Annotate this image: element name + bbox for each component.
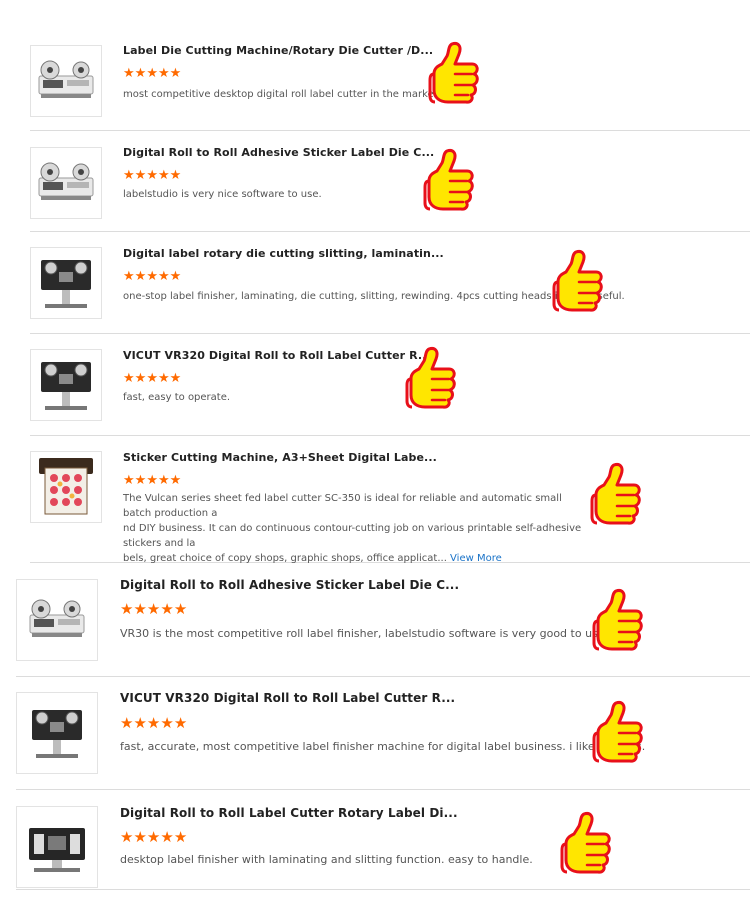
review-item: Digital Roll to Roll Adhesive Sticker La…	[30, 131, 750, 232]
product-title[interactable]: VICUT VR320 Digital Roll to Roll Label C…	[120, 691, 455, 705]
star-icon: ★	[134, 472, 147, 487]
star-icon: ★	[146, 370, 158, 385]
review-item: VICUT VR320 Digital Roll to Roll Label C…	[16, 677, 750, 790]
thumbs-up-icon	[552, 248, 604, 317]
star-icon: ★	[134, 268, 147, 283]
review-text: fast, accurate, most competitive label f…	[120, 740, 646, 753]
star-rating: ★ ★ ★ ★ ★	[123, 269, 181, 282]
thumbs-up-icon	[592, 699, 644, 768]
star-rating: ★ ★ ★ ★ ★	[123, 473, 181, 486]
star-icon: ★	[133, 829, 147, 846]
star-icon: ★	[157, 472, 170, 487]
product-thumbnail[interactable]	[30, 349, 102, 421]
star-icon: ★	[169, 65, 182, 80]
review-item: Label Die Cutting Machine/Rotary Die Cut…	[30, 30, 750, 131]
product-thumbnail[interactable]	[30, 247, 102, 319]
star-rating: ★ ★ ★ ★ ★	[120, 830, 187, 845]
star-icon: ★	[169, 370, 182, 385]
thumbs-up-icon	[590, 461, 642, 530]
star-icon: ★	[173, 601, 188, 618]
product-title[interactable]: Digital label rotary die cutting slittin…	[123, 247, 444, 260]
star-icon: ★	[133, 601, 147, 618]
star-icon: ★	[157, 167, 170, 182]
star-icon: ★	[120, 829, 134, 846]
star-icon: ★	[146, 829, 161, 846]
star-icon: ★	[157, 370, 170, 385]
star-icon: ★	[173, 715, 188, 732]
star-icon: ★	[160, 829, 174, 846]
star-rating: ★ ★ ★ ★ ★	[123, 168, 181, 181]
review-text: most competitive desktop digital roll la…	[123, 89, 441, 100]
star-icon: ★	[123, 370, 135, 385]
thumbs-up-icon	[560, 810, 612, 879]
star-icon: ★	[123, 167, 135, 182]
star-icon: ★	[134, 167, 147, 182]
star-icon: ★	[169, 268, 182, 283]
star-icon: ★	[146, 601, 161, 618]
product-thumbnail[interactable]	[30, 451, 102, 523]
star-icon: ★	[134, 370, 147, 385]
star-icon: ★	[146, 715, 161, 732]
star-icon: ★	[160, 715, 174, 732]
star-icon: ★	[120, 601, 134, 618]
star-icon: ★	[146, 268, 158, 283]
thumbs-up-icon	[423, 147, 475, 216]
star-icon: ★	[146, 65, 158, 80]
review-text: The Vulcan series sheet fed label cutter…	[123, 491, 593, 566]
review-item: Digital label rotary die cutting slittin…	[30, 232, 750, 334]
product-title[interactable]: VICUT VR320 Digital Roll to Roll Label C…	[123, 349, 431, 362]
star-icon: ★	[160, 601, 174, 618]
star-rating: ★ ★ ★ ★ ★	[123, 371, 181, 384]
star-icon: ★	[123, 472, 135, 487]
star-icon: ★	[157, 65, 170, 80]
review-text: one-stop label finisher, laminating, die…	[123, 291, 625, 302]
star-icon: ★	[120, 715, 134, 732]
product-title[interactable]: Digital Roll to Roll Adhesive Sticker La…	[120, 578, 459, 592]
product-title[interactable]: Label Die Cutting Machine/Rotary Die Cut…	[123, 44, 433, 57]
review-text: desktop label finisher with laminating a…	[120, 853, 533, 866]
star-icon: ★	[173, 829, 188, 846]
review-text: VR30 is the most competitive roll label …	[120, 627, 609, 640]
star-icon: ★	[134, 65, 147, 80]
product-title[interactable]: Sticker Cutting Machine, A3+Sheet Digita…	[123, 451, 437, 464]
product-title[interactable]: Digital Roll to Roll Label Cutter Rotary…	[120, 806, 458, 820]
product-title[interactable]: Digital Roll to Roll Adhesive Sticker La…	[123, 146, 434, 159]
product-thumbnail[interactable]	[30, 147, 102, 219]
thumbs-up-icon	[428, 40, 480, 109]
star-icon: ★	[133, 715, 147, 732]
star-icon: ★	[169, 472, 182, 487]
star-icon: ★	[169, 167, 182, 182]
star-rating: ★ ★ ★ ★ ★	[120, 716, 187, 731]
product-thumbnail[interactable]	[16, 692, 98, 774]
review-item: VICUT VR320 Digital Roll to Roll Label C…	[30, 334, 750, 436]
product-thumbnail[interactable]	[16, 579, 98, 661]
product-thumbnail[interactable]	[16, 806, 98, 888]
review-text: fast, easy to operate.	[123, 392, 231, 403]
thumbs-up-icon	[592, 587, 644, 656]
review-item: Sticker Cutting Machine, A3+Sheet Digita…	[30, 436, 750, 566]
star-icon: ★	[123, 268, 135, 283]
review-text-line: nd DIY business. It can do continuous co…	[123, 523, 582, 549]
star-icon: ★	[123, 65, 135, 80]
star-icon: ★	[146, 472, 158, 487]
star-icon: ★	[157, 268, 170, 283]
thumbs-up-icon	[405, 345, 457, 414]
star-rating: ★ ★ ★ ★ ★	[120, 602, 187, 617]
review-item: Digital Roll to Roll Adhesive Sticker La…	[16, 563, 750, 677]
star-rating: ★ ★ ★ ★ ★	[123, 66, 181, 79]
review-item: Digital Roll to Roll Label Cutter Rotary…	[16, 790, 750, 890]
star-icon: ★	[146, 167, 158, 182]
product-thumbnail[interactable]	[30, 45, 102, 117]
review-text-line: The Vulcan series sheet fed label cutter…	[123, 493, 562, 519]
review-text: labelstudio is very nice software to use…	[123, 189, 322, 200]
